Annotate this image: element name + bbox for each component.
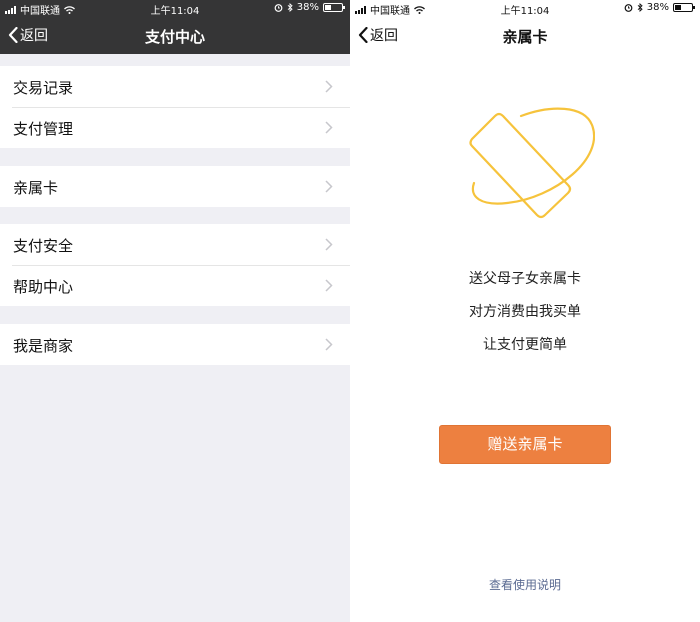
- chevron-right-icon: [325, 238, 333, 251]
- payment-center-screen: 中国联通 上午11:04 38% 返回 支付中心 交易记录 支付管理 亲属卡 支…: [0, 0, 350, 622]
- promo-line: 对方消费由我买单: [469, 304, 581, 320]
- usage-instructions-link[interactable]: 查看使用说明: [350, 576, 700, 593]
- menu-item-help-center[interactable]: 帮助中心: [0, 265, 350, 306]
- page-title: 亲属卡: [502, 28, 548, 46]
- menu-item-label: 亲属卡: [13, 179, 59, 197]
- menu-item-label: 我是商家: [13, 337, 74, 355]
- battery-percent: 38%: [646, 2, 669, 13]
- menu-item-transaction-records[interactable]: 交易记录: [0, 66, 350, 107]
- family-card-icon: [469, 107, 595, 219]
- back-label: 返回: [370, 28, 398, 44]
- alarm-icon: [624, 4, 633, 12]
- chevron-right-icon: [325, 80, 333, 93]
- menu-group-merchant: 我是商家: [0, 324, 350, 365]
- menu-item-label: 支付管理: [13, 120, 74, 138]
- battery-icon: [673, 3, 695, 12]
- alarm-icon: [274, 4, 283, 12]
- page-title: 支付中心: [144, 28, 205, 46]
- navigation-bar: 返回 亲属卡: [350, 17, 700, 54]
- chevron-right-icon: [325, 121, 333, 134]
- bluetooth-icon: [287, 3, 293, 12]
- promo-line: 让支付更简单: [483, 337, 567, 353]
- menu-group-security: 支付安全 帮助中心: [0, 224, 350, 306]
- back-button[interactable]: 返回: [358, 25, 398, 45]
- chevron-left-icon: [8, 27, 18, 43]
- chevron-left-icon: [358, 27, 368, 43]
- gift-family-card-button[interactable]: 赠送亲属卡: [439, 425, 611, 464]
- battery-icon: [323, 3, 345, 12]
- menu-item-label: 交易记录: [13, 79, 74, 97]
- menu-item-label: 支付安全: [13, 237, 74, 255]
- menu-item-family-card[interactable]: 亲属卡: [0, 166, 350, 207]
- menu-item-payment-management[interactable]: 支付管理: [0, 107, 350, 148]
- promo-line: 送父母子女亲属卡: [469, 271, 581, 287]
- back-label: 返回: [20, 28, 48, 44]
- menu-group-family-card: 亲属卡: [0, 166, 350, 207]
- battery-percent: 38%: [296, 2, 319, 13]
- chevron-right-icon: [325, 338, 333, 351]
- menu-item-label: 帮助中心: [13, 278, 74, 296]
- menu-item-merchant[interactable]: 我是商家: [0, 324, 350, 365]
- chevron-right-icon: [325, 180, 333, 193]
- menu-group-records: 交易记录 支付管理: [0, 66, 350, 148]
- menu-item-payment-security[interactable]: 支付安全: [0, 224, 350, 265]
- navigation-bar: 返回 支付中心: [0, 17, 350, 54]
- family-card-screen: 中国联通 上午11:04 38% 返回 亲属卡 送父母子女亲属卡 对方消费由我买…: [350, 0, 700, 622]
- status-bar: 中国联通 上午11:04 38%: [350, 0, 700, 17]
- chevron-right-icon: [325, 279, 333, 292]
- bluetooth-icon: [637, 3, 643, 12]
- back-button[interactable]: 返回: [8, 25, 48, 45]
- status-bar: 中国联通 上午11:04 38%: [0, 0, 350, 17]
